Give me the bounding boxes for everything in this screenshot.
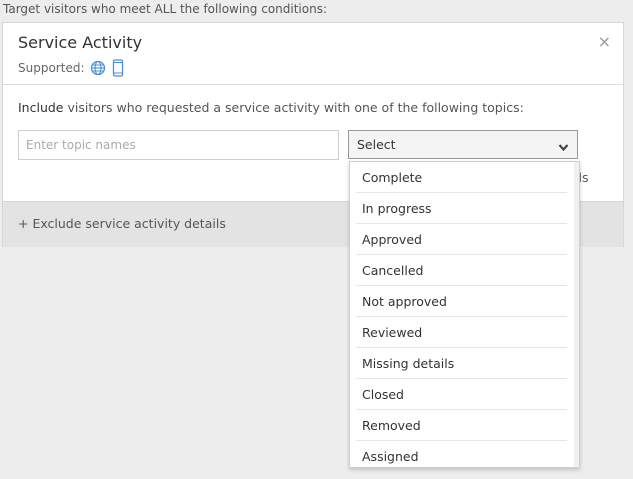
status-dropdown-menu: Complete In progress Approved Cancelled … [349, 161, 580, 468]
dropdown-option[interactable]: Cancelled [356, 255, 567, 286]
dropdown-option[interactable]: Approved [356, 224, 567, 255]
dropdown-option[interactable]: Closed [356, 379, 567, 410]
dropdown-option[interactable]: Removed [356, 410, 567, 441]
dropdown-option[interactable]: Missing details [356, 348, 567, 379]
conditions-label: Target visitors who meet ALL the followi… [3, 2, 327, 16]
globe-icon [90, 60, 106, 76]
close-icon[interactable]: × [598, 34, 611, 50]
dropdown-option[interactable]: Complete [356, 162, 567, 193]
chevron-down-icon [558, 140, 569, 155]
dropdown-option[interactable]: Reviewed [356, 317, 567, 348]
include-instruction: Include visitors who requested a service… [18, 100, 524, 115]
card-title: Service Activity [18, 33, 143, 52]
dropdown-option[interactable]: Not approved [356, 286, 567, 317]
include-keyword: Include [18, 100, 64, 115]
dropdown-scrollbar[interactable] [574, 162, 579, 467]
exclude-details-link[interactable]: + Exclude service activity details [18, 216, 226, 231]
topic-names-input[interactable] [18, 130, 339, 160]
dropdown-option[interactable]: Assigned [356, 441, 567, 467]
supported-row: Supported: [18, 59, 124, 77]
dropdown-options: Complete In progress Approved Cancelled … [350, 162, 579, 467]
card-header: Service Activity Supported: × [3, 23, 623, 85]
supported-label: Supported: [18, 61, 85, 75]
include-description: visitors who requested a service activit… [63, 100, 524, 115]
select-label: Select [357, 137, 396, 152]
dropdown-option[interactable]: In progress [356, 193, 567, 224]
mobile-icon [112, 59, 124, 77]
status-select[interactable]: Select [348, 130, 578, 159]
